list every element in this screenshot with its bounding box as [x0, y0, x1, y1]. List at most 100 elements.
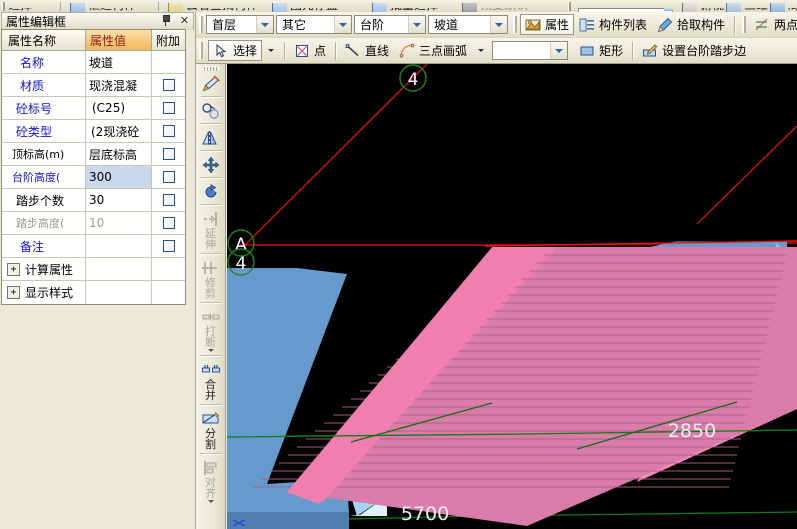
category-selector[interactable]: 其它 [276, 15, 352, 34]
toolbar-grip-views[interactable] [513, 16, 517, 33]
arc-tool-dropdown[interactable] [472, 40, 490, 61]
chevron-down-icon[interactable] [334, 16, 351, 33]
property-value[interactable]: 坡道 [86, 51, 152, 73]
top-strip-item-marquee[interactable]: 框选构件 [70, 1, 136, 12]
toolbar-grip[interactable] [2, 2, 5, 11]
table-row[interactable]: 踏步个数 30 [2, 189, 185, 212]
chevron-down-icon[interactable] [408, 16, 425, 33]
attach-checkbox[interactable] [162, 171, 175, 183]
top-strip-item-local-3d[interactable]: 局部三维 [770, 1, 797, 12]
top-strip-group-left[interactable]: 选择 [8, 1, 32, 12]
close-icon[interactable]: ✕ [179, 14, 190, 27]
attach-checkbox[interactable] [162, 79, 175, 91]
attach-checkbox[interactable] [162, 217, 175, 229]
table-row[interactable]: 踏步高度( 10 [2, 212, 185, 235]
drawing-canvas[interactable]: 4 A 4 2850 5700 [227, 64, 797, 529]
group-name-cell[interactable]: + 计算属性 [2, 258, 86, 280]
column-header-name[interactable]: 属性名称 [2, 30, 86, 50]
table-row[interactable]: 台阶高度( 300 [2, 166, 185, 189]
column-header-value[interactable]: 属性值 [86, 30, 152, 50]
top-strip-item-save-element[interactable]: 图元存盘 [272, 1, 338, 12]
attach-checkbox[interactable] [162, 125, 175, 137]
arc-parameter-combo[interactable] [492, 41, 569, 60]
property-value[interactable] [86, 235, 152, 257]
trim-tool[interactable]: 修剪 [197, 257, 225, 300]
property-attach[interactable] [152, 97, 185, 119]
property-group-row[interactable]: + 计算属性 [2, 258, 185, 281]
top-strip-combo-arrow[interactable] [664, 8, 673, 11]
chevron-down-icon[interactable] [207, 349, 214, 352]
property-group-row[interactable]: + 显示样式 [2, 281, 185, 304]
property-value-editing[interactable]: 300 [86, 166, 151, 188]
attach-checkbox[interactable] [162, 240, 175, 252]
property-attach[interactable] [152, 212, 185, 234]
floor-selector[interactable]: 首层 [206, 15, 274, 34]
align-tool[interactable]: 对齐 [197, 457, 225, 504]
chevron-down-icon[interactable] [256, 16, 273, 33]
expand-icon[interactable]: + [7, 262, 20, 276]
toolbar-grip-2[interactable] [568, 2, 571, 11]
group-name-cell[interactable]: + 显示样式 [2, 281, 86, 304]
break-tool[interactable]: 打断 [197, 306, 225, 353]
two-point-button[interactable]: 两点 [749, 14, 797, 35]
chevron-down-icon[interactable] [550, 42, 568, 59]
rotate-tool[interactable] [197, 181, 225, 202]
set-step-edge-button[interactable]: 设置台阶踏步边 [637, 40, 751, 61]
top-strip-item-restore[interactable]: 恢复默认 [462, 1, 528, 12]
expand-icon[interactable]: + [7, 286, 20, 299]
top-strip-item-top-view[interactable]: 俯视 [682, 1, 724, 12]
property-attach[interactable] [152, 189, 185, 211]
property-attach[interactable] [152, 235, 185, 257]
top-strip-item-3d[interactable]: 三维 [726, 1, 768, 12]
table-row[interactable]: 顶标高(m) 层底标高 [2, 143, 185, 166]
toolbar-grip-selectors[interactable] [199, 16, 203, 33]
chevron-down-icon[interactable] [207, 500, 214, 503]
vertical-toolbar-grip[interactable] [202, 66, 219, 71]
property-attach[interactable] [152, 166, 185, 188]
select-tool-dropdown[interactable] [262, 40, 280, 61]
pin-icon[interactable] [160, 14, 171, 27]
property-attach[interactable] [152, 143, 185, 165]
column-header-attach[interactable]: 附加 [152, 30, 185, 50]
pick-component-button[interactable]: 拾取构件 [652, 14, 730, 35]
properties-icon [525, 17, 541, 33]
extend-tool[interactable]: 延伸 [197, 208, 225, 251]
table-row[interactable]: 名称 坡道 [2, 51, 185, 74]
table-row[interactable]: 砼类型 (2现浇砼 [2, 120, 185, 143]
attach-checkbox[interactable] [162, 194, 175, 206]
component-type-selector[interactable]: 台阶 [354, 15, 426, 34]
table-row[interactable]: 材质 现浇混凝 [2, 74, 185, 97]
merge-tool[interactable]: 合并 [197, 359, 225, 402]
select-tool-button[interactable]: 选择 [208, 40, 263, 61]
offset-icon [201, 102, 221, 120]
top-strip-item-batch-select[interactable]: 批量选择 [372, 1, 438, 12]
arc-tool-button[interactable]: 三点画弧 [394, 40, 472, 61]
table-row[interactable]: 砼标号 (C25) [2, 97, 185, 120]
component-list-button[interactable]: 构件列表 [574, 14, 652, 35]
property-attach[interactable] [152, 74, 185, 96]
offset-tool[interactable] [197, 100, 225, 121]
attach-checkbox[interactable] [162, 148, 175, 160]
toolbar-grip-draw[interactable] [199, 42, 203, 59]
format-painter-tool[interactable] [197, 73, 225, 94]
property-attach[interactable] [152, 120, 185, 142]
top-toolbar-strip[interactable]: 选择 框选构件 云名查找构件 图元存盘 批量选择 恢复默认 俯视 [0, 0, 797, 12]
mirror-tool[interactable] [197, 127, 225, 148]
attach-checkbox[interactable] [162, 102, 175, 114]
rectangle-tool-button[interactable]: 矩形 [574, 40, 628, 61]
split-tool[interactable]: 分割 [197, 408, 225, 451]
property-value[interactable]: 现浇混凝 [86, 74, 152, 96]
chevron-down-icon[interactable] [490, 16, 507, 33]
move-tool[interactable] [197, 154, 225, 175]
top-strip-item-find[interactable]: 云名查找构件 [168, 1, 258, 12]
property-value[interactable]: 层底标高 [86, 143, 152, 165]
table-row[interactable]: 备注 [2, 235, 185, 258]
property-value[interactable]: (C25) [86, 97, 152, 119]
component-selector[interactable]: 坡道 [428, 15, 508, 34]
property-value[interactable]: (2现浇砼 [86, 120, 152, 142]
line-tool-button[interactable]: 直线 [340, 40, 394, 61]
property-value[interactable]: 30 [86, 189, 152, 211]
properties-button[interactable]: 属性 [520, 14, 575, 35]
point-tool-button[interactable]: 点 [289, 40, 331, 61]
toolbar-grip-snap[interactable] [742, 16, 747, 33]
